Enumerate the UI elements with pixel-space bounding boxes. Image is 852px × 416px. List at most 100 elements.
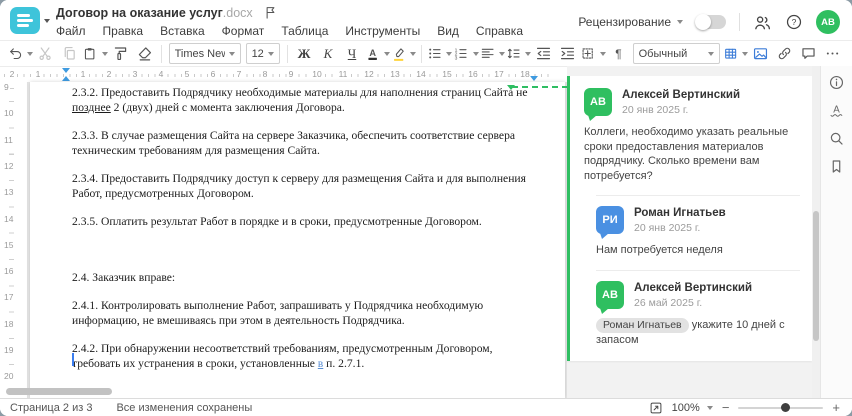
chevron-down-icon <box>677 20 683 24</box>
ruler-number: 17 <box>3 292 15 304</box>
horizontal-ruler[interactable]: 2 1 1 2 3 4 5 6 7 8 9 10 11 12 13 14 15 16 17 18 <box>0 66 567 82</box>
ruler-number: 18 <box>3 318 15 330</box>
search-icon[interactable] <box>828 130 845 147</box>
app-window: Договор на оказание услуг .docx Файл Прав… <box>0 0 852 416</box>
undo-button[interactable] <box>8 42 34 65</box>
menu-item-7[interactable]: Справка <box>476 24 523 38</box>
menu-item-6[interactable]: Вид <box>437 24 459 38</box>
paragraph[interactable]: 2.4.2. При обнаружении несоответствий тр… <box>72 341 537 371</box>
app-menu[interactable] <box>10 7 50 34</box>
format-painter-button[interactable] <box>109 42 132 65</box>
link-button[interactable] <box>773 42 796 65</box>
bookmark-icon[interactable] <box>828 158 845 175</box>
review-mode-button[interactable]: Рецензирование <box>578 15 683 29</box>
menu-item-5[interactable]: Инструменты <box>345 24 420 38</box>
increase-indent-button[interactable] <box>556 42 579 65</box>
table-button[interactable] <box>723 42 748 65</box>
ruler-number: 16 <box>467 69 479 79</box>
left-indent-marker[interactable] <box>62 76 70 81</box>
zoom-slider-thumb[interactable] <box>780 403 790 412</box>
first-line-indent-marker[interactable] <box>62 68 70 73</box>
more-button[interactable] <box>821 42 844 65</box>
bullet-list-button[interactable] <box>427 42 453 65</box>
comment-card[interactable]: АВ Алексей Вертинский 20 янв 2025 г. Коллег… <box>567 76 812 361</box>
spellcheck-icon[interactable]: А <box>828 102 845 119</box>
comment-header: РИ Роман Игнатьев 20 янв 2025 г. <box>596 206 800 239</box>
ruler-number: 14 <box>3 213 15 225</box>
menu-item-4[interactable]: Таблица <box>281 24 328 38</box>
comment-button[interactable] <box>797 42 820 65</box>
zoom-slider[interactable] <box>738 403 824 412</box>
page-indicator[interactable]: Страница 2 из 3 <box>10 402 92 414</box>
paragraph[interactable]: 2.4. Заказчик вправе: <box>72 270 537 285</box>
logo-caret-icon[interactable] <box>44 18 50 23</box>
align-left-button[interactable] <box>480 42 505 65</box>
avatar-tail-icon <box>600 233 609 239</box>
decrease-indent-button[interactable] <box>532 42 555 65</box>
paragraph-borders-button[interactable] <box>580 42 606 65</box>
document-area: 9 10 11 12 13 14 15 16 17 18 19 20 2.3.2. Предостав… <box>0 82 567 398</box>
underline-button[interactable]: Ч <box>341 42 364 65</box>
svg-text:?: ? <box>792 17 797 27</box>
style-name-select[interactable]: Обычный <box>632 43 720 64</box>
zoom-select[interactable]: 100% <box>672 402 713 414</box>
zoom-in-button[interactable]: + <box>832 401 840 414</box>
ruler-number: 3 <box>131 69 139 79</box>
menu-item-3[interactable]: Формат <box>222 24 265 38</box>
menu-bar: Файл Правка Вставка Формат Таблица Инструмент… <box>56 24 523 38</box>
bold-button[interactable]: Ж <box>293 42 316 65</box>
ruler-number: 15 <box>441 69 453 79</box>
collaboration-icon[interactable] <box>753 13 772 32</box>
vertical-ruler[interactable]: 9 10 11 12 13 14 15 16 17 18 19 20 <box>0 82 28 398</box>
paragraph[interactable]: 2.3.4. Предоставить Подрядчику доступ к … <box>72 171 537 201</box>
toolbar: Times New ...12 ЖКЧА 123 ¶ Обычный <box>0 40 852 66</box>
comment-date: 26 май 2025 г. <box>634 296 703 309</box>
mention-pill[interactable]: Роман Игнатьев <box>596 317 689 333</box>
app-logo-icon[interactable] <box>10 7 40 34</box>
document-page[interactable]: 2.3.2. Предоставить Подрядчику необходим… <box>30 82 565 398</box>
pilcrow-button[interactable]: ¶ <box>607 42 630 65</box>
vertical-scrollbar-track[interactable] <box>812 66 820 398</box>
svg-text:А: А <box>369 48 376 58</box>
ruler-number: 11 <box>3 134 14 146</box>
zoom-out-button[interactable]: − <box>722 401 730 414</box>
clear-style-button[interactable] <box>133 42 156 65</box>
font-color-button[interactable]: А <box>365 42 390 65</box>
ruler-number: 13 <box>389 69 401 79</box>
ruler-number: 18 <box>519 69 531 79</box>
comment-reply[interactable]: АВ Алексей Вертинский 26 май 2025 г. Роман … <box>596 269 800 348</box>
comment-text: Коллеги, необходимо указать реальные сро… <box>584 126 789 182</box>
paragraph[interactable]: 2.4.1. Контролировать выполнение Работ, … <box>72 298 537 328</box>
font-size-select[interactable]: 12 <box>245 43 280 64</box>
right-indent-marker[interactable] <box>530 76 538 81</box>
horizontal-scrollbar[interactable] <box>6 388 112 395</box>
comment-reply[interactable]: РИ Роман Игнатьев 20 янв 2025 г. Нам потреб… <box>596 195 800 258</box>
paste-button[interactable] <box>82 42 108 65</box>
ruler-number: 16 <box>3 266 15 278</box>
highlight-button[interactable] <box>391 42 417 65</box>
review-toggle[interactable] <box>695 14 726 30</box>
paragraph[interactable]: 2.3.3. В случае размещения Сайта на серв… <box>72 128 537 158</box>
flag-icon[interactable] <box>263 5 278 20</box>
fit-width-icon[interactable] <box>649 401 663 415</box>
menu-item-0[interactable]: Файл <box>56 24 86 38</box>
paragraph[interactable] <box>72 242 537 257</box>
menu-item-1[interactable]: Правка <box>103 24 144 38</box>
divider <box>739 13 740 31</box>
comment[interactable]: АВ Алексей Вертинский 20 янв 2025 г. Коллег… <box>584 88 800 183</box>
image-button[interactable] <box>749 42 772 65</box>
toggle-knob[interactable] <box>695 14 711 30</box>
line-spacing-button[interactable] <box>506 42 532 65</box>
vertical-scrollbar-thumb[interactable] <box>813 211 819 341</box>
paragraph[interactable]: 2.3.5. Оплатить результат Работ в порядк… <box>72 214 537 229</box>
italic-button[interactable]: К <box>317 42 340 65</box>
font-name-select[interactable]: Times New ... <box>168 43 241 64</box>
svg-text:А: А <box>833 105 840 116</box>
info-icon[interactable] <box>828 74 845 91</box>
paragraph[interactable]: 2.3.2. Предоставить Подрядчику необходим… <box>72 85 537 115</box>
numbered-list-button[interactable]: 123 <box>453 42 479 65</box>
user-avatar[interactable]: АВ <box>816 10 840 34</box>
comment-anchor-icon <box>507 85 515 90</box>
menu-item-2[interactable]: Вставка <box>160 24 205 38</box>
help-icon[interactable]: ? <box>785 13 803 31</box>
